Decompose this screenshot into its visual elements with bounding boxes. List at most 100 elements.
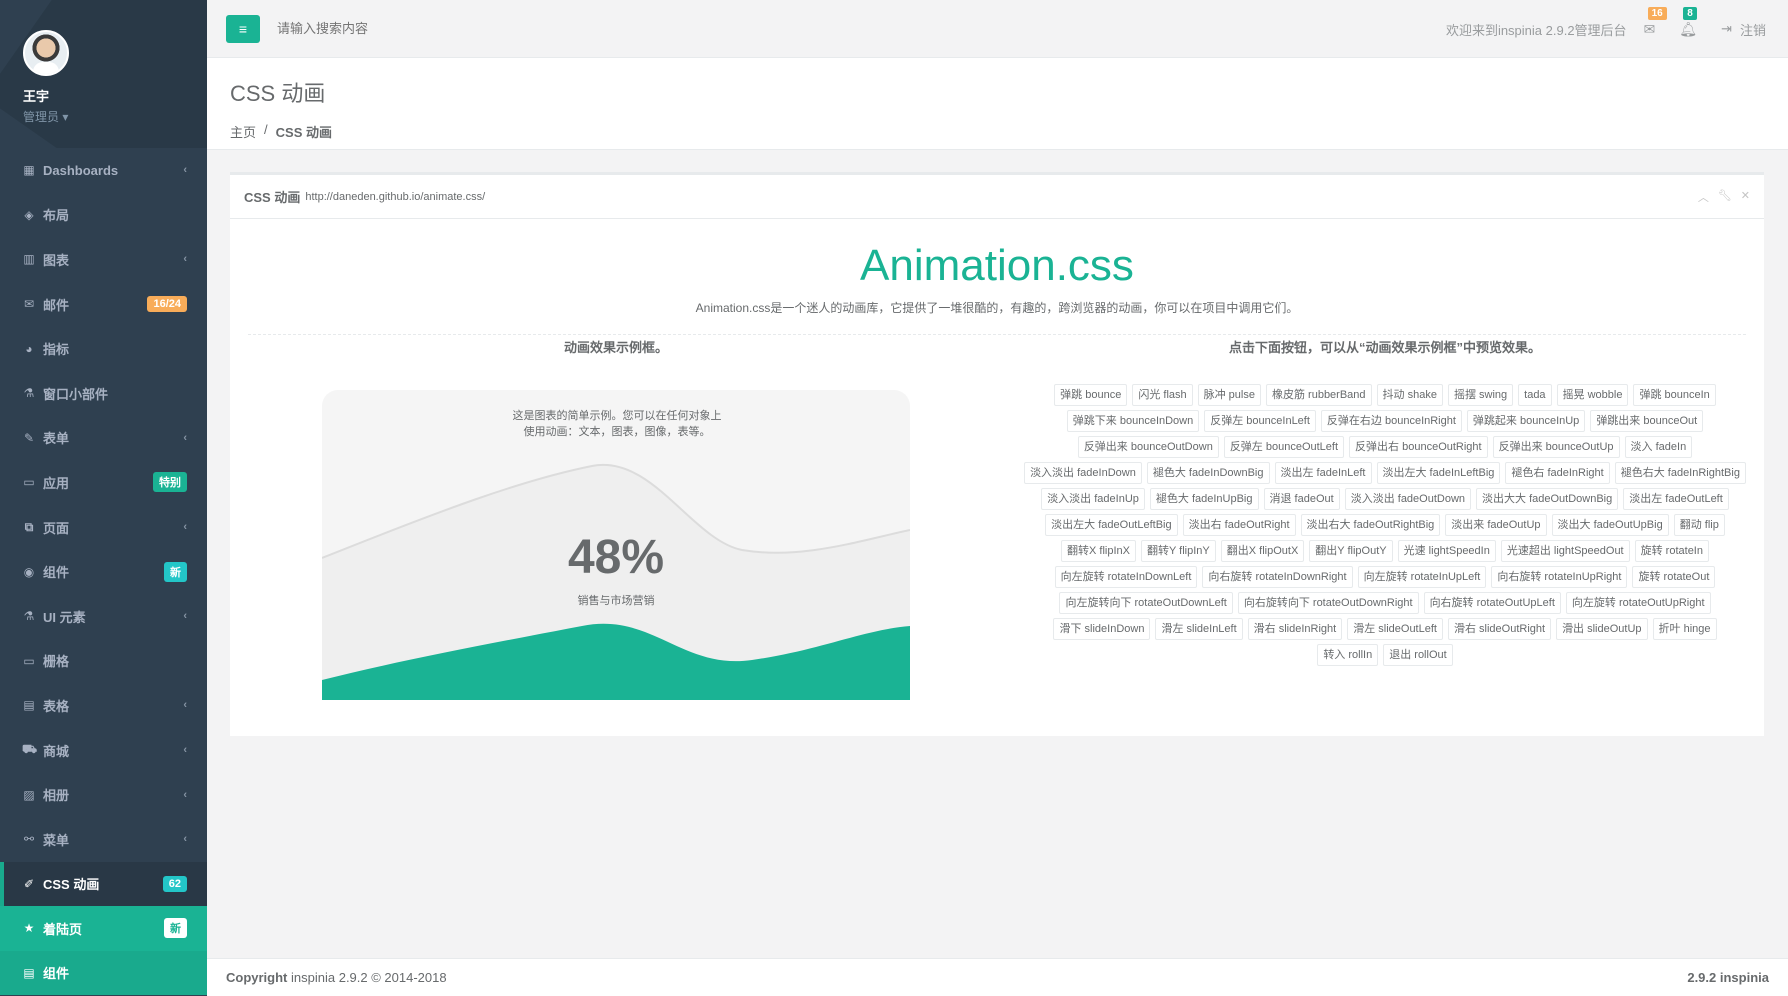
sidebar-item-17[interactable]: ★ 着陆页 新 bbox=[0, 906, 207, 951]
search-input[interactable] bbox=[277, 21, 577, 36]
animation-button[interactable]: 翻出X flipOutX bbox=[1220, 540, 1305, 562]
avatar[interactable] bbox=[23, 30, 69, 76]
animation-button[interactable]: 光速超出 lightSpeedOut bbox=[1500, 540, 1630, 562]
collapse-icon[interactable]: ︿ bbox=[1698, 189, 1709, 205]
animation-button[interactable]: 退出 rollOut bbox=[1383, 644, 1453, 666]
animation-button[interactable]: 弹跳 bounce bbox=[1054, 384, 1128, 406]
animation-button[interactable]: 反弹出来 bounceOutDown bbox=[1077, 436, 1219, 458]
animation-button[interactable]: 淡出来 fadeOutUp bbox=[1445, 514, 1547, 536]
animation-button[interactable]: 淡入淡出 fadeInUp bbox=[1041, 488, 1145, 510]
animation-button[interactable]: 转入 rollIn bbox=[1317, 644, 1379, 666]
animation-button[interactable]: 褪色右 fadeInRight bbox=[1505, 462, 1610, 484]
sidebar-item-7[interactable]: ▭ 应用 特别 bbox=[0, 460, 207, 505]
sidebar-item-15[interactable]: ⚯ 菜单 ‹ bbox=[0, 817, 207, 862]
breadcrumb-home[interactable]: 主页 bbox=[230, 122, 256, 141]
animation-button[interactable]: 淡出左大 fadeOutLeftBig bbox=[1045, 514, 1178, 536]
menu-toggle-button[interactable]: ≡ bbox=[226, 14, 260, 43]
sidebar-item-10[interactable]: ⚗ UI 元素 ‹ bbox=[0, 594, 207, 639]
animation-button[interactable]: 褪色大 fadeInUpBig bbox=[1149, 488, 1259, 510]
animation-button[interactable]: 淡出右 fadeOutRight bbox=[1182, 514, 1296, 536]
animation-button[interactable]: 滑右 slideInRight bbox=[1247, 618, 1343, 640]
animation-button[interactable]: 抖动 shake bbox=[1376, 384, 1443, 406]
animation-button[interactable]: 滑右 slideOutRight bbox=[1447, 618, 1552, 640]
sidebar-item-9[interactable]: ◉ 组件 新 bbox=[0, 549, 207, 594]
sidebar-item-0[interactable]: ▦ Dashboards ‹ bbox=[0, 148, 207, 193]
animation-button[interactable]: 褪色右大 fadeInRightBig bbox=[1614, 462, 1746, 484]
animation-button[interactable]: 淡入淡出 fadeOutDown bbox=[1344, 488, 1472, 510]
animation-button[interactable]: 向左旋转 rotateOutUpRight bbox=[1565, 592, 1711, 614]
animation-button[interactable]: 淡入淡出 fadeInDown bbox=[1024, 462, 1142, 484]
sidebar-item-6[interactable]: ✎ 表单 ‹ bbox=[0, 416, 207, 461]
animation-button[interactable]: 翻转Y flipInY bbox=[1140, 540, 1216, 562]
sidebar-item-3[interactable]: ✉ 邮件 16/24 bbox=[0, 282, 207, 327]
animation-button[interactable]: 向左旋转 rotateInUpLeft bbox=[1357, 566, 1487, 588]
animation-button[interactable]: 向左旋转 rotateInDownLeft bbox=[1054, 566, 1198, 588]
animation-button[interactable]: 闪光 flash bbox=[1132, 384, 1193, 406]
animation-button[interactable]: 反弹在右边 bounceInRight bbox=[1320, 410, 1462, 432]
animation-button[interactable]: 弹跳下来 bounceInDown bbox=[1066, 410, 1200, 432]
animation-button[interactable]: 淡出大 fadeOutUpBig bbox=[1551, 514, 1669, 536]
sidebar-item-13[interactable]: ⛟ 商城 ‹ bbox=[0, 728, 207, 773]
sidebar-item-label: Dashboards bbox=[43, 162, 119, 178]
animation-button[interactable]: 弹跳起来 bounceInUp bbox=[1466, 410, 1586, 432]
sidebar-item-1[interactable]: ◈ 布局 bbox=[0, 193, 207, 238]
animation-button[interactable]: 向右旋转 rotateInDownRight bbox=[1202, 566, 1353, 588]
animation-button[interactable]: 滑左 slideInLeft bbox=[1155, 618, 1243, 640]
animation-button[interactable]: 反弹左 bounceOutLeft bbox=[1223, 436, 1345, 458]
logout-link[interactable]: ⇥ 注销 bbox=[1721, 20, 1766, 39]
animation-button[interactable]: 反弹出右 bounceOutRight bbox=[1349, 436, 1488, 458]
sidebar-item-16[interactable]: ✐ CSS 动画 62 bbox=[0, 861, 207, 907]
sidebar-item-2[interactable]: ▥ 图表 ‹ bbox=[0, 237, 207, 282]
animation-button[interactable]: 滑出 slideOutUp bbox=[1556, 618, 1648, 640]
animation-button[interactable]: 翻转X flipInX bbox=[1061, 540, 1136, 562]
sidebar-item-14[interactable]: ▨ 相册 ‹ bbox=[0, 772, 207, 817]
sidebar-item-label: 组件 bbox=[43, 966, 70, 982]
chevron-left-icon: ‹ bbox=[183, 164, 187, 177]
animation-button[interactable]: 向左旋转向下 rotateOutDownLeft bbox=[1059, 592, 1233, 614]
sidebar-item-18[interactable]: ▤ 组件 bbox=[0, 950, 207, 996]
close-icon[interactable]: ✕ bbox=[1741, 189, 1750, 205]
sidebar-item-5[interactable]: ⚗ 窗口小部件 bbox=[0, 371, 207, 416]
animation-button[interactable]: 翻出Y flipOutY bbox=[1309, 540, 1393, 562]
animation-button[interactable]: 淡出左 fadeInLeft bbox=[1274, 462, 1372, 484]
animation-button[interactable]: 反弹出来 bounceOutUp bbox=[1492, 436, 1620, 458]
animation-button[interactable]: 弹跳 bounceIn bbox=[1633, 384, 1716, 406]
animation-button[interactable]: 橡皮筋 rubberBand bbox=[1265, 384, 1372, 406]
animation-button[interactable]: tada bbox=[1518, 384, 1552, 406]
animation-button[interactable]: 褪色大 fadeInDownBig bbox=[1146, 462, 1270, 484]
sidebar-item-badge: 16/24 bbox=[147, 296, 187, 313]
wrench-icon[interactable]: 🔧︎ bbox=[1718, 189, 1732, 205]
animation-button[interactable]: 光速 lightSpeedIn bbox=[1397, 540, 1496, 562]
animation-button[interactable]: 折叶 hinge bbox=[1652, 618, 1717, 640]
animation-button[interactable]: 摇摆 swing bbox=[1447, 384, 1514, 406]
sidebar-item-4[interactable]: ◕ 指标 bbox=[0, 326, 207, 371]
sidebar-item-label: 表格 bbox=[43, 698, 70, 714]
animation-button[interactable]: 翻动 flip bbox=[1673, 514, 1725, 536]
panel-url[interactable]: http://daneden.github.io/animate.css/ bbox=[305, 191, 485, 203]
animation-button[interactable]: 滑左 slideOutLeft bbox=[1347, 618, 1443, 640]
animation-button[interactable]: 淡出右大 fadeOutRightBig bbox=[1300, 514, 1441, 536]
animation-button[interactable]: 弹跳出来 bounceOut bbox=[1590, 410, 1704, 432]
animation-button[interactable]: 淡入 fadeIn bbox=[1624, 436, 1693, 458]
mail-icon[interactable]: ✉ 16 bbox=[1644, 6, 1667, 38]
animation-button[interactable]: 向右旋转 rotateInUpRight bbox=[1491, 566, 1628, 588]
animation-button[interactable]: 反弹左 bounceInLeft bbox=[1204, 410, 1316, 432]
animation-button[interactable]: 滑下 slideInDown bbox=[1053, 618, 1151, 640]
sidebar-item-12[interactable]: ▤ 表格 ‹ bbox=[0, 683, 207, 728]
sidebar-item-label: 表单 bbox=[43, 431, 70, 447]
animation-button[interactable]: 淡出左大 fadeInLeftBig bbox=[1376, 462, 1501, 484]
sidebar-item-11[interactable]: ▭ 栅格 bbox=[0, 639, 207, 684]
profile-role-dropdown[interactable]: 管理员 ▾ bbox=[23, 108, 207, 125]
sidebar-item-8[interactable]: ⧉ 页面 ‹ bbox=[0, 505, 207, 550]
animation-button[interactable]: 消退 fadeOut bbox=[1263, 488, 1340, 510]
animation-button[interactable]: 向右旋转 rotateOutUpLeft bbox=[1423, 592, 1561, 614]
animation-button[interactable]: 脉冲 pulse bbox=[1197, 384, 1261, 406]
animation-button[interactable]: 旋转 rotateOut bbox=[1632, 566, 1716, 588]
bell-icon[interactable]: 🔔︎ 8 bbox=[1679, 6, 1697, 38]
animation-button[interactable]: 旋转 rotateIn bbox=[1634, 540, 1709, 562]
sidebar-item-icon: ⚗ bbox=[23, 386, 35, 401]
animation-button[interactable]: 摇晃 wobble bbox=[1556, 384, 1629, 406]
animation-button[interactable]: 向右旋转向下 rotateOutDownRight bbox=[1237, 592, 1419, 614]
animation-button[interactable]: 淡出大大 fadeOutDownBig bbox=[1476, 488, 1619, 510]
animation-button[interactable]: 淡出左 fadeOutLeft bbox=[1623, 488, 1729, 510]
